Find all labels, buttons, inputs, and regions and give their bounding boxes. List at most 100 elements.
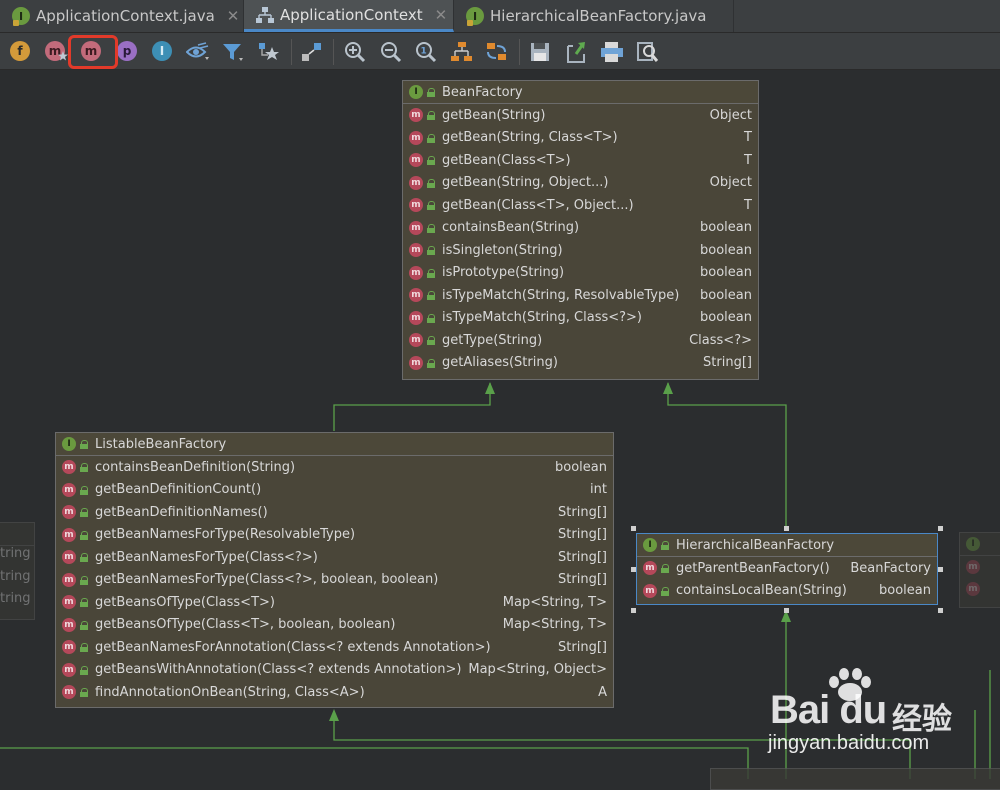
visibility-eye-icon[interactable] <box>186 42 210 62</box>
actual-size-icon[interactable]: 1 <box>414 40 438 64</box>
partial-class-node-right[interactable]: I m m <box>959 532 1000 608</box>
method-row[interactable]: m getBeanNamesForType(ResolvableType) Stri… <box>56 524 613 547</box>
method-signature: getBean(String, Object...) <box>442 175 609 191</box>
selection-handle[interactable] <box>938 608 943 613</box>
method-signature: getAliases(String) <box>442 355 558 371</box>
method-row[interactable]: m getBeansWithAnnotation(Class<? extends … <box>56 659 613 682</box>
method-row[interactable]: m isTypeMatch(String, Class<?>) boolean <box>403 307 758 330</box>
method-icon: m <box>643 583 657 598</box>
selection-handle[interactable] <box>938 526 943 531</box>
save-icon[interactable] <box>529 41 551 63</box>
method-row[interactable]: m getBeanDefinitionCount() int <box>56 479 613 502</box>
interface-icon: I <box>966 537 980 551</box>
selection-handle[interactable] <box>784 526 789 531</box>
zoom-in-icon[interactable] <box>343 40 367 64</box>
partial-class-node-bottom[interactable] <box>710 768 1000 790</box>
selection-handle[interactable] <box>938 567 943 572</box>
node-header: I BeanFactory <box>403 81 758 104</box>
close-icon[interactable]: ✕ <box>227 7 240 25</box>
method-row[interactable]: m isSingleton(String) boolean <box>403 239 758 262</box>
method-row[interactable]: m containsBeanDefinition(String) boolean <box>56 456 613 479</box>
method-row[interactable]: m getAliases(String) String[] <box>403 352 758 375</box>
method-signature: getBeanDefinitionCount() <box>95 482 262 498</box>
fields-icon[interactable]: f <box>10 41 30 61</box>
class-node-listable-bean-factory[interactable]: I ListableBeanFactory m containsBeanDefin… <box>55 432 614 708</box>
edge-routing-icon[interactable] <box>300 41 324 63</box>
method-signature: getBeanNamesForAnnotation(Class<? extend… <box>95 639 491 655</box>
method-row[interactable]: m containsBean(String) boolean <box>403 217 758 240</box>
method-return-type: boolean <box>555 459 607 475</box>
public-access-icon <box>427 156 435 166</box>
class-node-hierarchical-bean-factory[interactable]: I HierarchicalBeanFactory m getParentBean… <box>636 533 938 605</box>
public-access-icon <box>80 553 88 563</box>
method-row[interactable]: m getBean(String) Object <box>403 104 758 127</box>
method-row[interactable]: m getType(String) Class<?> <box>403 329 758 352</box>
method-row[interactable]: m getBean(String, Class<T>) T <box>403 127 758 150</box>
method-signature: getType(String) <box>442 332 543 348</box>
method-row[interactable]: m getBean(Class<T>) T <box>403 149 758 172</box>
partial-class-node-left[interactable]: tring tring tring <box>0 522 35 620</box>
public-access-icon <box>427 178 435 188</box>
layout-icon[interactable] <box>450 41 474 63</box>
method-signature: getBeansWithAnnotation(Class<? extends A… <box>95 662 462 678</box>
method-row[interactable]: m isTypeMatch(String, ResolvableType) bool… <box>403 284 758 307</box>
mark-dependencies-icon[interactable] <box>257 41 281 63</box>
public-access-icon <box>427 336 435 346</box>
method-signature: getBeanNamesForType(ResolvableType) <box>95 527 356 543</box>
selection-handle[interactable] <box>631 526 636 531</box>
method-row[interactable]: m getBeansOfType(Class<T>) Map<String, T> <box>56 591 613 614</box>
hierarchy-diagram-icon <box>256 6 274 23</box>
properties-icon[interactable]: p <box>117 41 137 61</box>
selection-handle[interactable] <box>631 608 636 613</box>
editor-tab-bar: I ApplicationContext.java ✕ ApplicationC… <box>0 0 1000 33</box>
class-node-bean-factory[interactable]: I BeanFactory m getBean(String) Object m get… <box>402 80 759 380</box>
public-access-icon <box>427 223 435 233</box>
close-icon[interactable]: ✕ <box>435 6 448 24</box>
interface-file-icon: I <box>466 7 484 26</box>
method-signature: isSingleton(String) <box>442 242 563 258</box>
inner-classes-icon[interactable]: I <box>152 41 172 61</box>
method-return-type: A <box>598 684 607 700</box>
export-icon[interactable] <box>565 40 587 64</box>
method-signature: getBean(String, Class<T>) <box>442 130 618 146</box>
public-access-icon <box>427 313 435 323</box>
diagram-toolbar: f m m p I 1 <box>0 33 1000 70</box>
public-access-icon <box>427 88 435 97</box>
method-icon: m <box>62 617 76 632</box>
method-row[interactable]: m getBeanNamesForAnnotation(Class<? exten… <box>56 636 613 659</box>
method-signature: getBeansOfType(Class<T>) <box>95 594 275 610</box>
method-row[interactable]: m getParentBeanFactory() BeanFactory <box>637 557 937 580</box>
apply-layout-icon[interactable] <box>485 41 509 63</box>
tab-application-context-diagram[interactable]: ApplicationContext ✕ <box>244 0 454 32</box>
public-access-icon <box>427 111 435 121</box>
method-row[interactable]: m getBeanNamesForType(Class<?>, boolean, … <box>56 569 613 592</box>
selection-handle[interactable] <box>631 567 636 572</box>
method-icon: m <box>409 108 423 123</box>
method-return-type: int <box>590 482 607 498</box>
interface-file-icon: I <box>12 7 30 26</box>
method-signature: getBean(String) <box>442 107 546 123</box>
method-signature: getBeanNamesForType(Class<?>, boolean, b… <box>95 572 439 588</box>
public-access-icon <box>80 665 88 675</box>
method-row[interactable]: m containsLocalBean(String) boolean <box>637 580 937 603</box>
print-preview-icon[interactable] <box>636 40 660 64</box>
method-row[interactable]: m getBeansOfType(Class<T>, boolean, boole… <box>56 614 613 637</box>
tab-application-context-java[interactable]: I ApplicationContext.java ✕ <box>0 0 244 32</box>
method-row[interactable]: m getBean(String, Object...) Object <box>403 172 758 195</box>
toolbar-separator <box>333 39 334 65</box>
method-icon: m <box>62 550 76 565</box>
selection-handle[interactable] <box>784 608 789 613</box>
filter-icon[interactable] <box>222 43 246 63</box>
method-icon: m <box>409 288 423 303</box>
method-row[interactable]: m getBeanDefinitionNames() String[] <box>56 501 613 524</box>
print-icon[interactable] <box>600 41 624 63</box>
method-icon: m <box>966 582 980 596</box>
tab-hierarchical-bean-factory-java[interactable]: I HierarchicalBeanFactory.java <box>454 0 734 32</box>
method-row[interactable]: m getBean(Class<T>, Object...) T <box>403 194 758 217</box>
zoom-out-icon[interactable] <box>379 40 403 64</box>
method-row[interactable]: m getBeanNamesForType(Class<?>) String[] <box>56 546 613 569</box>
method-row[interactable]: m findAnnotationOnBean(String, Class<A>) A <box>56 681 613 704</box>
method-icon: m <box>62 505 76 520</box>
public-access-icon <box>80 643 88 653</box>
method-row[interactable]: m isPrototype(String) boolean <box>403 262 758 285</box>
